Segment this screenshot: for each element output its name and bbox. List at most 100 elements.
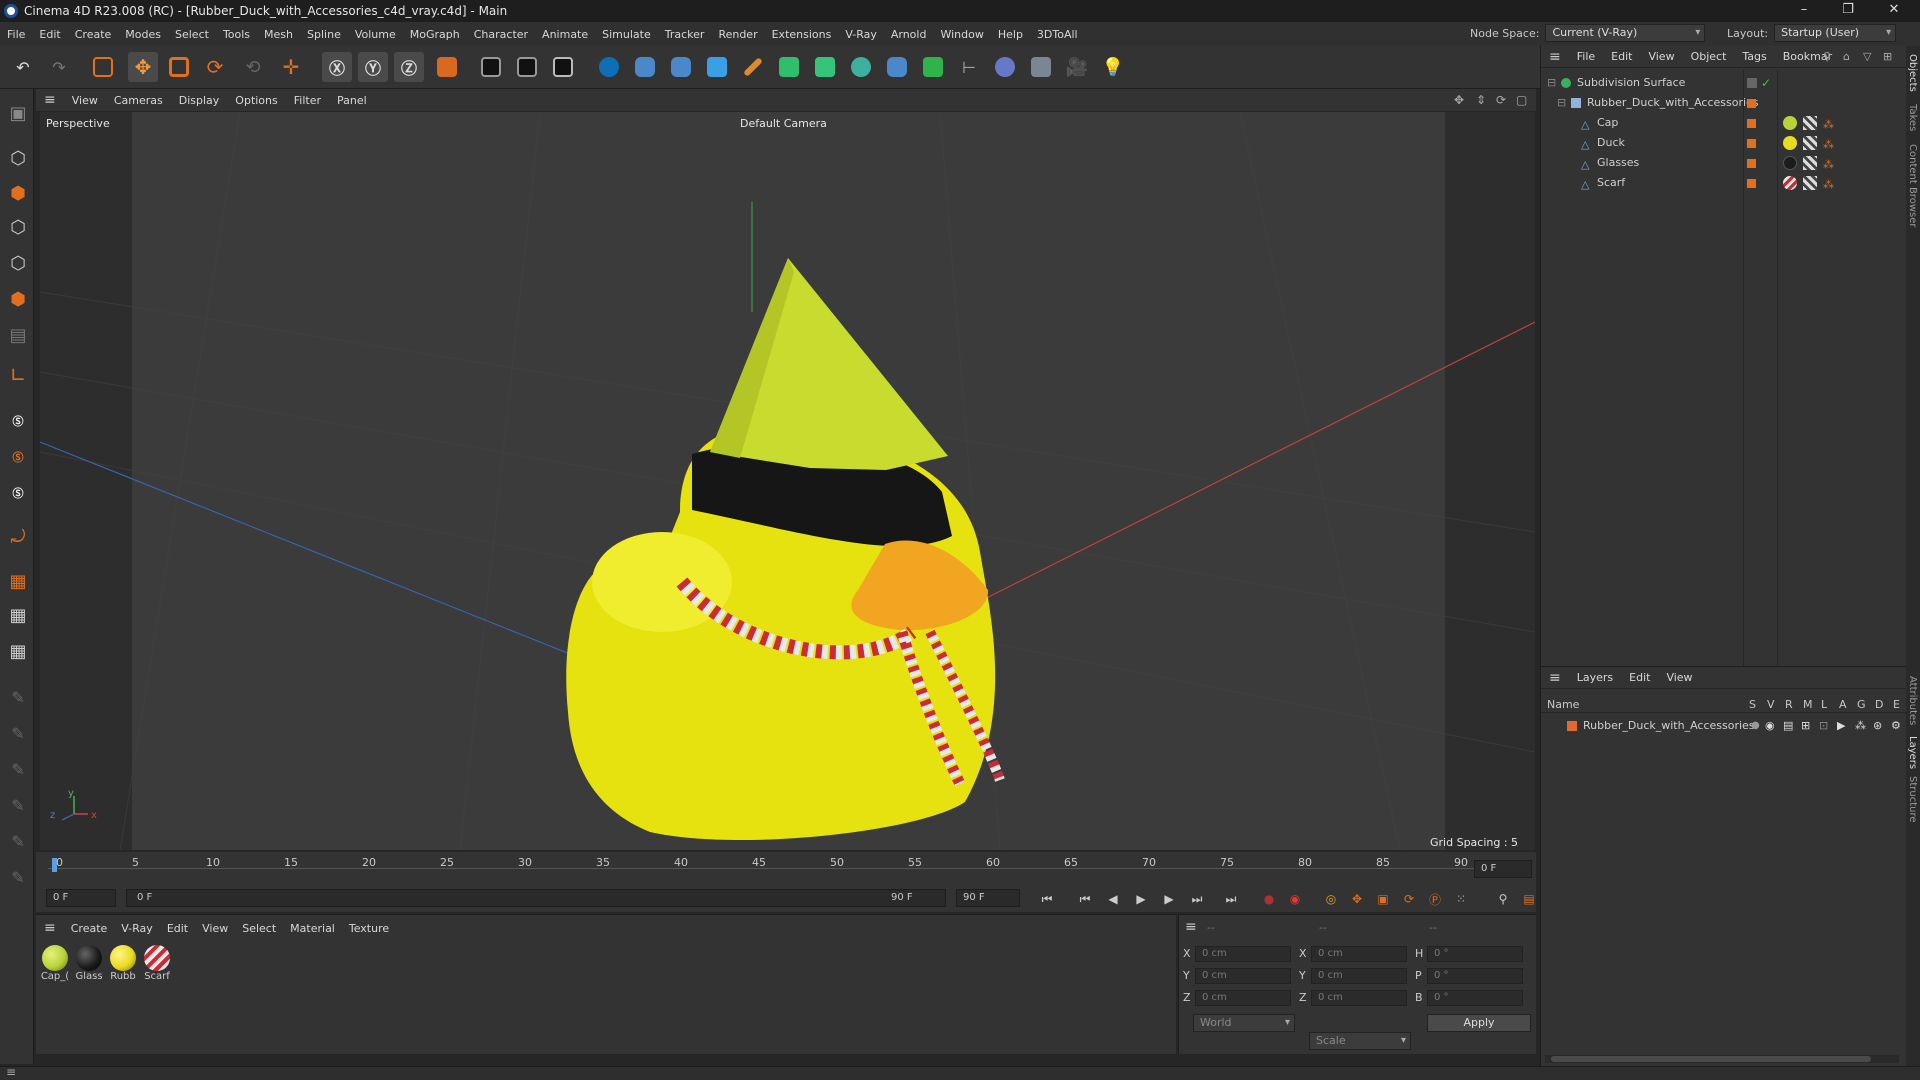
layer-color-tag[interactable] (1747, 119, 1756, 128)
menu-file[interactable]: File (0, 28, 32, 41)
viewport-menu-cameras[interactable]: Cameras (106, 94, 171, 107)
record-icon[interactable]: ● (1258, 888, 1280, 910)
tab-takes[interactable]: Takes (1907, 104, 1918, 131)
tab-attributes[interactable]: Attributes (1907, 676, 1918, 725)
tab-structure[interactable]: Structure (1907, 776, 1918, 823)
menu-window[interactable]: Window (933, 28, 990, 41)
material-menu-edit[interactable]: Edit (160, 922, 195, 935)
uvw-tag-icon[interactable] (1803, 136, 1817, 150)
layer-color-tag[interactable] (1747, 179, 1756, 188)
snap-icon[interactable]: Ⓢ (4, 407, 32, 435)
play-icon[interactable]: ▶ (1130, 888, 1152, 910)
end-frame-field[interactable]: 90 F (956, 889, 1020, 907)
python-tag-icon[interactable] (666, 52, 696, 82)
menu-edit[interactable]: Edit (32, 28, 67, 41)
layer-col-solo[interactable]: S (1749, 698, 1756, 711)
coord-mode-dropdown[interactable]: Scale (1309, 1032, 1411, 1050)
object-row-scarf[interactable]: △ Scarf ⁂ (1541, 174, 1907, 192)
floor-icon[interactable] (1026, 52, 1056, 82)
object-row-rubber-duck[interactable]: ⊟ Rubber_Duck_with_Accessories (1541, 94, 1907, 112)
coord-size-z-field[interactable]: 0 cm (1311, 990, 1407, 1006)
point-level-key-icon[interactable]: ⁙ (1450, 888, 1472, 910)
scale-key-icon[interactable]: ▣ (1372, 888, 1394, 910)
measure-tool-icon[interactable]: ⊢ (954, 52, 984, 82)
layer-generators-icon[interactable]: ⁂ (1855, 717, 1866, 735)
smooth-brush-icon[interactable]: ✎ (4, 755, 32, 783)
position-key-icon[interactable]: ✥ (1346, 888, 1368, 910)
coord-pos-z-field[interactable]: 0 cm (1195, 990, 1291, 1006)
planar-workplane-icon[interactable]: ▦ (4, 637, 32, 665)
viewport-3d[interactable]: Perspective Default Camera Grid Spacing … (40, 112, 1535, 850)
edges-mode-icon[interactable]: ⬡ (4, 249, 32, 277)
layer-color-tag[interactable] (1747, 139, 1756, 148)
layer-color-tag[interactable] (1747, 99, 1756, 108)
mograph-cloner-icon[interactable] (846, 52, 876, 82)
minimize-button[interactable]: – (1782, 0, 1826, 22)
x-axis-lock-icon[interactable]: Ⓧ (322, 52, 352, 82)
next-key-icon[interactable]: ⏭ (1186, 888, 1208, 910)
grid-icon[interactable]: ▦ (4, 601, 32, 629)
layer-visible-eye-icon[interactable]: ◉ (1765, 717, 1775, 735)
layer-col-render[interactable]: R (1785, 698, 1793, 711)
coord-rot-b-field[interactable]: 0 ° (1427, 990, 1523, 1006)
model-mode-icon[interactable]: ⬡ (4, 144, 32, 172)
layout-dropdown[interactable]: Startup (User) (1774, 24, 1897, 42)
material-tag-icon[interactable] (1783, 156, 1797, 170)
coordinate-system-icon[interactable] (432, 52, 462, 82)
flatten-brush-icon[interactable]: ✎ (4, 863, 32, 891)
menu-volume[interactable]: Volume (348, 28, 403, 41)
object-home-icon[interactable]: ⌂ (1843, 50, 1850, 63)
menu-character[interactable]: Character (467, 28, 535, 41)
expand-toggle-icon[interactable]: ⊟ (1557, 94, 1566, 112)
enabled-check-icon[interactable]: ✓ (1761, 74, 1771, 92)
menu-select[interactable]: Select (168, 28, 216, 41)
tab-objects[interactable]: Objects (1907, 54, 1918, 92)
python-generator-icon[interactable] (882, 52, 912, 82)
preview-range-slider[interactable]: 0 F 90 F (126, 889, 946, 907)
material-tag-icon[interactable] (1783, 116, 1797, 130)
playhead-marker[interactable] (52, 858, 57, 872)
coord-hamburger-icon[interactable]: ≡ (1185, 919, 1197, 935)
material-menu-create[interactable]: Create (64, 922, 115, 935)
object-row-cap[interactable]: △ Cap ⁂ (1541, 114, 1907, 132)
material-swatch[interactable]: Scarf (142, 945, 172, 982)
node-space-dropdown[interactable]: Current (V-Ray) (1545, 24, 1706, 42)
menu-render[interactable]: Render (711, 28, 764, 41)
material-tag-icon[interactable] (1783, 176, 1797, 190)
extrude-icon[interactable] (810, 52, 840, 82)
fcurve-icon[interactable]: ▤ (1518, 888, 1540, 910)
quantize-icon[interactable]: Ⓢ (4, 479, 32, 507)
z-axis-lock-icon[interactable]: Ⓩ (394, 52, 424, 82)
phong-tag-icon[interactable]: ⁂ (1823, 176, 1834, 194)
pen-spline-icon[interactable] (738, 52, 768, 82)
material-tag-icon[interactable] (1783, 136, 1797, 150)
object-new-window-icon[interactable]: ⊞ (1883, 50, 1892, 63)
move-tool-icon[interactable]: ✥ (128, 52, 158, 82)
object-hamburger-icon[interactable]: ≡ (1541, 49, 1569, 65)
material-menu-view[interactable]: View (195, 922, 235, 935)
transform-tool-icon[interactable]: ✛ (276, 52, 306, 82)
menu-mograph[interactable]: MoGraph (403, 28, 467, 41)
redo-icon[interactable]: ↷ (44, 52, 74, 82)
object-search-icon[interactable]: ⚲ (1823, 50, 1831, 63)
go-to-start-icon[interactable]: ⏮ (1036, 888, 1058, 910)
start-frame-field[interactable]: 0 F (46, 889, 116, 907)
object-menu-file[interactable]: File (1569, 50, 1603, 63)
y-axis-lock-icon[interactable]: Ⓨ (358, 52, 388, 82)
layer-row[interactable]: Rubber_Duck_with_Accessories ● ◉ ▤ ⊞ ⊡ ▶… (1541, 717, 1907, 735)
uvw-tag-icon[interactable] (1803, 116, 1817, 130)
object-row-duck[interactable]: △ Duck ⁂ (1541, 134, 1907, 152)
autokey-icon[interactable]: ◉ (1284, 888, 1306, 910)
scrollbar-thumb[interactable] (1551, 1056, 1871, 1062)
coord-size-y-field[interactable]: 0 cm (1311, 968, 1407, 984)
tab-content-browser[interactable]: Content Browser (1907, 144, 1918, 227)
layer-color-swatch[interactable] (1567, 721, 1577, 731)
menu-animate[interactable]: Animate (535, 28, 595, 41)
render-view-icon[interactable] (476, 52, 506, 82)
menu-simulate[interactable]: Simulate (595, 28, 658, 41)
layer-lock-icon[interactable]: ⊡ (1819, 717, 1828, 735)
layer-animation-icon[interactable]: ▶ (1837, 717, 1845, 735)
material-hamburger-icon[interactable]: ≡ (36, 920, 64, 936)
deformer-icon[interactable] (918, 52, 948, 82)
viewport-menu-filter[interactable]: Filter (286, 94, 329, 107)
